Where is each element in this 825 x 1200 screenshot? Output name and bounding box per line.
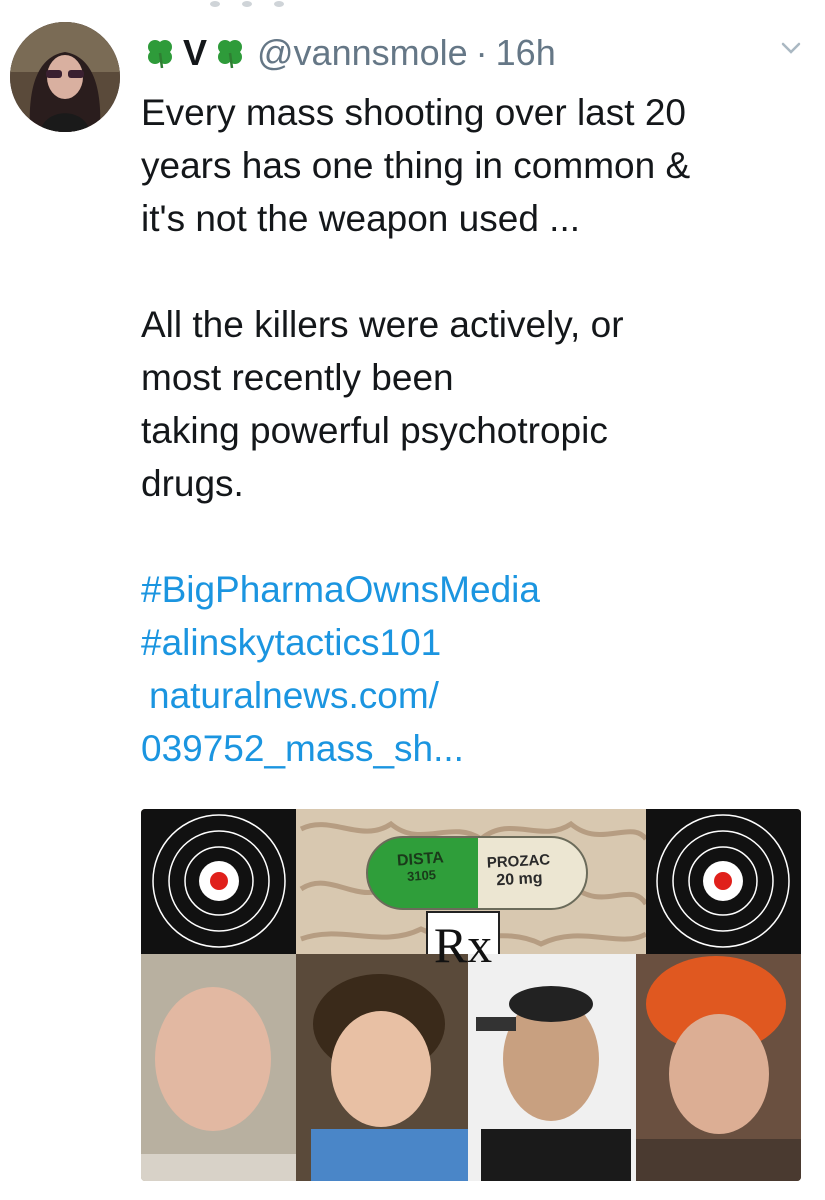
hashtag-link[interactable]: #BigPharmaOwnsMedia: [141, 563, 801, 616]
tweet-media-image[interactable]: DISTA 3105 PROZAC 20 mg Rx: [141, 809, 801, 1181]
tweet-text-line: taking powerful psychotropic: [141, 410, 608, 451]
tweet-text-line: years has one thing in common &: [141, 145, 691, 186]
rx-symbol: Rx: [433, 917, 493, 973]
tweet-text-line: it's not the weapon used ...: [141, 198, 581, 239]
chevron-down-icon[interactable]: [779, 36, 803, 60]
tweet-text: Every mass shooting over last 20 years h…: [141, 86, 801, 775]
four-leaf-clover-icon: [143, 36, 177, 70]
previous-tweet-fragment: [210, 0, 330, 7]
avatar[interactable]: [10, 22, 120, 132]
meta-separator: ·: [475, 32, 488, 73]
article-link[interactable]: naturalnews.com/: [141, 669, 801, 722]
four-leaf-clover-icon: [213, 36, 247, 70]
hashtag-link[interactable]: #alinskytactics101: [141, 616, 801, 669]
timestamp[interactable]: 16h: [496, 32, 556, 74]
user-handle[interactable]: @vannsmole: [257, 32, 468, 74]
article-link[interactable]: 039752_mass_sh...: [141, 722, 801, 775]
tweet-text-line: most recently been: [141, 357, 454, 398]
display-name[interactable]: V: [183, 32, 207, 74]
tweet-text-line: drugs.: [141, 463, 244, 504]
tweet-header: V @vannsmole · 16h: [143, 28, 556, 78]
tweet-text-line: Every mass shooting over last 20: [141, 92, 686, 133]
tweet-text-line: All the killers were actively, or: [141, 304, 624, 345]
